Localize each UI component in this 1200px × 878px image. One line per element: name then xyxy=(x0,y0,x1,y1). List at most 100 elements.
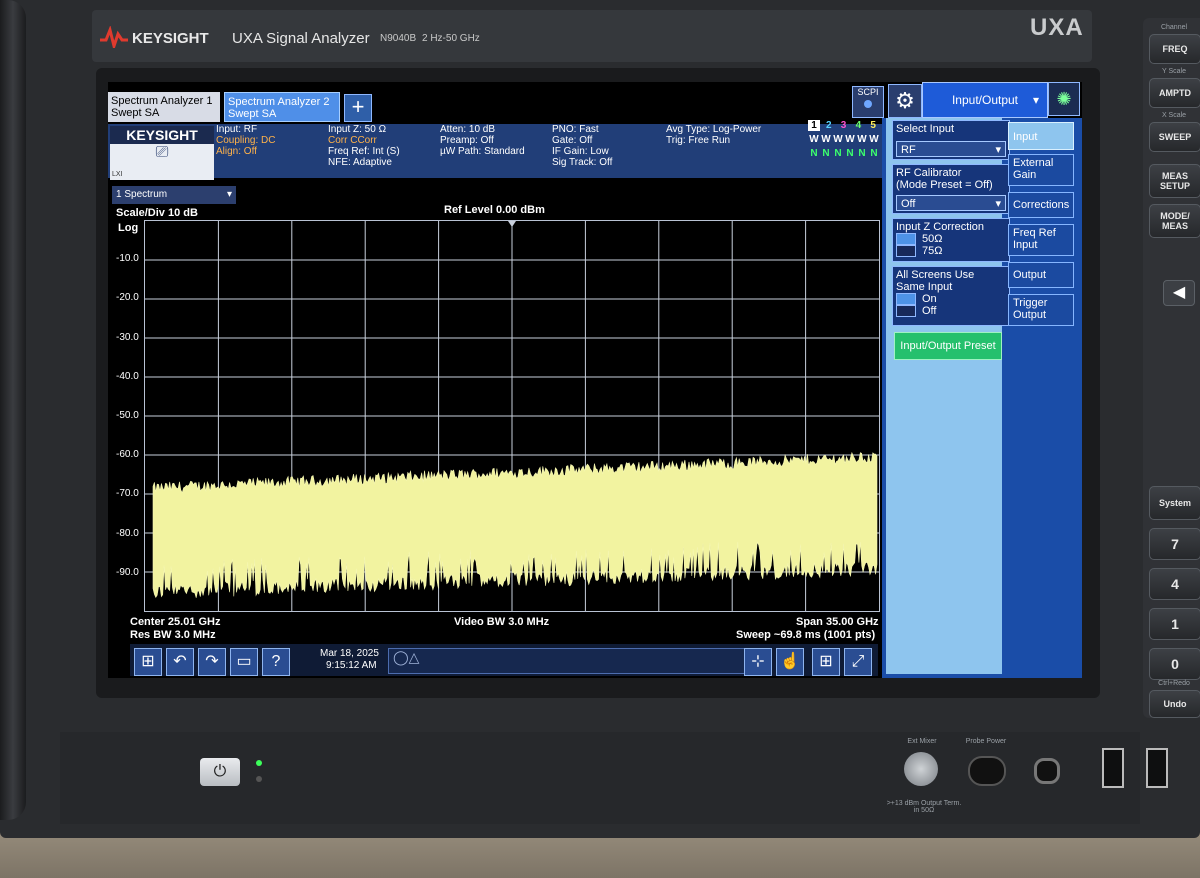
rf-cal-sublabel: (Mode Preset = Off) xyxy=(896,179,993,191)
info-ifgain: IF Gain: Low xyxy=(552,146,609,157)
redo-icon[interactable]: ↷ xyxy=(198,648,226,676)
scpi-button[interactable]: SCPI xyxy=(852,86,884,118)
analyzer-screen: Spectrum Analyzer 1 Swept SA Spectrum An… xyxy=(108,82,1082,678)
radio-selected-icon xyxy=(896,293,916,306)
gear-icon[interactable]: ⚙ xyxy=(888,84,922,118)
y-tick-label: -20.0 xyxy=(116,292,139,304)
trace-type: W xyxy=(845,134,855,145)
power-led xyxy=(256,776,262,782)
spectrum-plot[interactable] xyxy=(144,220,880,612)
side-tab-trigger-output[interactable]: Trigger Output xyxy=(1008,294,1074,326)
info-preamp: Preamp: Off xyxy=(440,135,494,146)
window-select-dropdown[interactable]: 1 Spectrum ▾ xyxy=(112,186,236,204)
left-arrow-key[interactable]: ◀ xyxy=(1163,280,1195,306)
trace-type: W xyxy=(857,134,867,145)
usb-port xyxy=(1102,748,1124,788)
side-tab-output[interactable]: Output xyxy=(1008,262,1074,288)
input-output-preset-button[interactable]: Input/Output Preset xyxy=(894,332,1002,360)
option-label: Off xyxy=(922,305,937,318)
option-label: 50Ω xyxy=(922,233,943,245)
video-bandwidth[interactable]: Video BW 3.0 MHz xyxy=(454,616,549,628)
y-tick-label: -70.0 xyxy=(116,488,139,500)
ctrl-redo-label: Ctrl+Redo xyxy=(1158,680,1190,687)
brand-name: KEYSIGHT xyxy=(132,30,209,47)
message-bar[interactable]: ◯△ xyxy=(388,648,760,674)
amptd-key[interactable]: AMPTD xyxy=(1149,78,1200,108)
all-screens-option-on[interactable]: On xyxy=(896,293,1006,306)
radio-selected-icon xyxy=(896,233,916,246)
sweep-time[interactable]: Sweep ~69.8 ms (1001 pts) xyxy=(736,629,875,641)
info-avgtype: Avg Type: Log-Power xyxy=(666,124,762,135)
meas-setup-key[interactable]: MEAS SETUP xyxy=(1149,164,1200,198)
info-logo-panel: KEYSIGHT ⎚ LXI xyxy=(110,126,214,180)
side-tab-freq-ref-input[interactable]: Freq Ref Input xyxy=(1008,224,1074,256)
fullscreen-icon[interactable]: ⤢ xyxy=(844,648,872,676)
input-z-option-75[interactable]: 75Ω xyxy=(896,245,1006,258)
info-sigtrack: Sig Track: Off xyxy=(552,157,613,168)
chassis-handle xyxy=(0,0,26,820)
input-z-option-50[interactable]: 50Ω xyxy=(896,233,1006,246)
freq-key[interactable]: FREQ xyxy=(1149,34,1200,64)
trace-type: W xyxy=(833,134,843,145)
power-button[interactable]: ⏻ xyxy=(200,758,240,786)
num-key-0[interactable]: 0 xyxy=(1149,648,1200,680)
select-input-control[interactable]: Select Input RF ▾ xyxy=(892,120,1010,160)
num-key-7[interactable]: 7 xyxy=(1149,528,1200,560)
resolution-bandwidth[interactable]: Res BW 3.0 MHz xyxy=(130,629,216,641)
scpi-label: SCPI xyxy=(857,87,879,97)
rf-calibrator-dropdown[interactable]: Off ▾ xyxy=(896,195,1006,211)
scale-per-div: Scale/Div 10 dB xyxy=(116,207,198,219)
mode-meas-key[interactable]: MODE/ MEAS xyxy=(1149,204,1200,238)
center-frequency[interactable]: Center 25.01 GHz xyxy=(130,616,220,628)
all-screens-option-off[interactable]: Off xyxy=(896,305,1006,318)
multiscreen-icon[interactable]: ⊹ xyxy=(744,648,772,676)
system-key[interactable]: System xyxy=(1149,486,1200,520)
rf-calibrator-control[interactable]: RF Calibrator (Mode Preset = Off) Off ▾ xyxy=(892,164,1010,214)
tab-2-title: Spectrum Analyzer 2 xyxy=(228,96,330,108)
select-input-value: RF xyxy=(901,144,916,156)
undo-icon[interactable]: ↶ xyxy=(166,648,194,676)
screen-share-icon[interactable]: ⎚ xyxy=(110,144,214,162)
tab-spectrum-analyzer-1[interactable]: Spectrum Analyzer 1 Swept SA xyxy=(108,92,220,122)
num-key-4[interactable]: 4 xyxy=(1149,568,1200,600)
info-uwpath: µW Path: Standard xyxy=(440,146,525,157)
tab-spectrum-analyzer-2[interactable]: Spectrum Analyzer 2 Swept SA xyxy=(224,92,340,122)
tab-1-title: Spectrum Analyzer 1 xyxy=(111,95,213,107)
info-brand: KEYSIGHT xyxy=(110,126,214,144)
radio-unselected-icon xyxy=(896,245,916,258)
trace-det: N xyxy=(858,148,866,159)
side-tab-corrections[interactable]: Corrections xyxy=(1008,192,1074,218)
select-input-dropdown[interactable]: RF ▾ xyxy=(896,141,1006,157)
folder-icon[interactable]: ▭ xyxy=(230,648,258,676)
num-key-1[interactable]: 1 xyxy=(1149,608,1200,640)
sweep-key[interactable]: SWEEP xyxy=(1149,122,1200,152)
undo-key[interactable]: Undo xyxy=(1149,690,1200,718)
trace-det: N xyxy=(822,148,830,159)
option-label: On xyxy=(922,293,937,305)
touch-off-icon[interactable]: ☝ xyxy=(776,648,804,676)
side-tab-input[interactable]: Input xyxy=(1008,122,1074,150)
tile-windows-icon[interactable]: ⊞ xyxy=(812,648,840,676)
y-tick-label: -40.0 xyxy=(116,370,139,382)
help-icon[interactable]: ? xyxy=(262,648,290,676)
ref-level[interactable]: Ref Level 0.00 dBm xyxy=(444,204,545,216)
y-scale-label: Y Scale xyxy=(1162,68,1186,75)
product-name: UXA Signal Analyzer xyxy=(232,30,370,47)
trace-det: N xyxy=(834,148,842,159)
hardkey-column: Channel FREQ Y Scale AMPTD X Scale SWEEP… xyxy=(1143,18,1200,718)
windows-start-icon[interactable]: ⊞ xyxy=(134,648,162,676)
y-tick-label: -60.0 xyxy=(116,449,139,461)
spectrum-trace xyxy=(152,451,878,599)
side-tab-external-gain[interactable]: External Gain xyxy=(1008,154,1074,186)
add-tab-button[interactable]: + xyxy=(344,94,372,122)
channel-label: Channel xyxy=(1160,24,1188,31)
ext-mixer-label: Ext Mixer xyxy=(907,738,937,745)
probe-power-label: Probe Power xyxy=(965,738,1007,745)
power-icon: ⏻ xyxy=(213,763,227,780)
rf-cal-value: Off xyxy=(901,198,916,210)
x-scale-label: X Scale xyxy=(1161,112,1187,119)
trace-det: N xyxy=(870,148,878,159)
menu-title-dropdown[interactable]: Input/Output ▾ xyxy=(922,82,1048,118)
scpi-status-icon xyxy=(864,100,872,108)
span[interactable]: Span 35.00 GHz xyxy=(796,616,879,628)
